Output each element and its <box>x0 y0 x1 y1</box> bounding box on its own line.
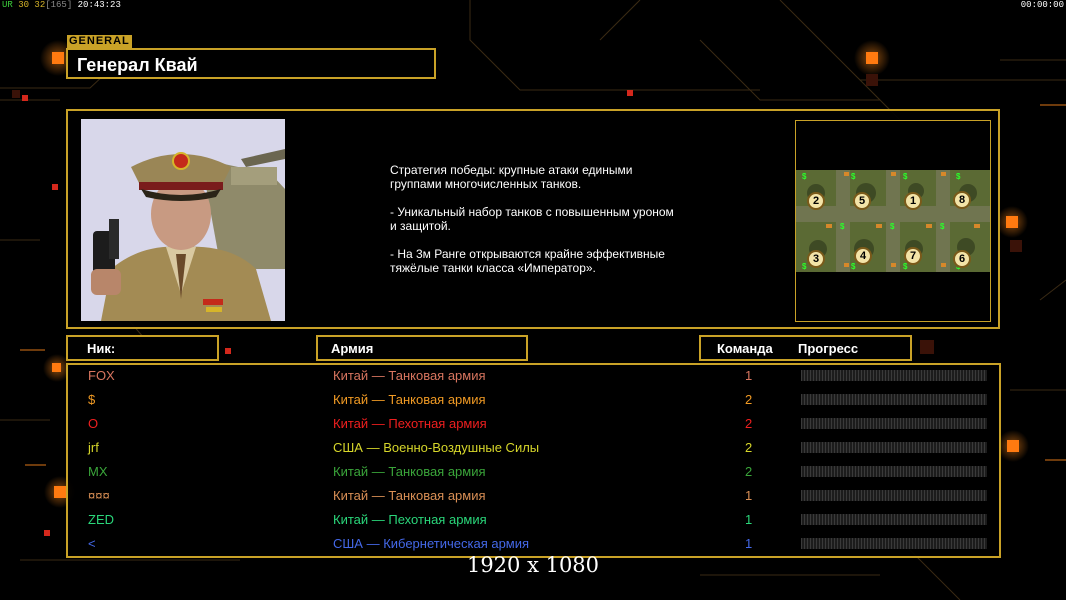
map-slot[interactable]: 6 <box>953 250 971 268</box>
player-army: Китай — Танковая армия <box>333 392 486 407</box>
fps-counter: [165] <box>45 0 73 10</box>
status-left: UR 30 32[165] 20:43:23 <box>2 0 121 11</box>
nick-header-label: Ник: <box>87 341 116 356</box>
player-row: $ Китай — Танковая армия 2 <box>68 389 999 413</box>
load-progress-bar <box>801 514 987 525</box>
player-team: 2 <box>745 416 753 431</box>
player-team: 2 <box>745 464 753 479</box>
load-progress-bar <box>801 466 987 477</box>
player-team: 1 <box>745 512 753 527</box>
svg-text:$: $ <box>802 262 807 271</box>
svg-text:$: $ <box>802 172 807 181</box>
svg-text:$: $ <box>851 262 856 271</box>
player-row: jrf США — Военно-Воздушные Силы 2 <box>68 437 999 461</box>
player-row: MX Китай — Танковая армия 2 <box>68 461 999 485</box>
game-timer: 00:00:00 <box>1020 0 1064 10</box>
map-slot[interactable]: 3 <box>807 250 825 268</box>
player-army: Китай — Танковая армия <box>333 368 486 383</box>
team-progress-column-header: Команда Прогресс <box>699 335 912 361</box>
svg-text:$: $ <box>903 172 908 181</box>
load-progress-bar <box>801 418 987 429</box>
player-team: 1 <box>745 488 753 503</box>
player-army: Китай — Танковая армия <box>333 488 486 503</box>
general-portrait-image <box>81 119 285 321</box>
player-army: Китай — Танковая армия <box>333 464 486 479</box>
army-column-header: Армия <box>316 335 528 361</box>
load-progress-bar <box>801 370 987 381</box>
load-progress-bar <box>801 394 987 405</box>
ur-label: UR <box>2 0 13 10</box>
map-slot[interactable]: 8 <box>953 191 971 209</box>
player-row: ¤¤¤ Китай — Танковая армия 1 <box>68 485 999 509</box>
player-army: США — Военно-Воздушные Силы <box>333 440 540 455</box>
team-header-label: Команда <box>717 341 773 356</box>
player-nick: O <box>88 416 99 431</box>
player-army: Китай — Пехотная армия <box>333 416 487 431</box>
load-progress-bar <box>801 538 987 549</box>
svg-text:$: $ <box>890 222 895 231</box>
player-army: США — Кибернетическая армия <box>333 536 530 551</box>
army-header-label: Армия <box>331 341 374 356</box>
map-slot[interactable]: 5 <box>853 192 871 210</box>
player-team: 2 <box>745 392 753 407</box>
svg-text:$: $ <box>851 172 856 181</box>
svg-text:$: $ <box>840 222 845 231</box>
map-preview-image: $$$$ $$$ $$$$ <box>796 121 990 321</box>
player-team: 1 <box>745 368 753 383</box>
player-nick: MX <box>88 464 108 479</box>
load-progress-bar <box>801 490 987 501</box>
players-list: FOX Китай — Танковая армия 1 $ Китай — Т… <box>66 363 1001 558</box>
player-team: 2 <box>745 440 753 455</box>
general-name: Генерал Квай <box>77 55 198 75</box>
player-row: ZED Китай — Пехотная армия 1 <box>68 509 999 533</box>
player-row: O Китай — Пехотная армия 2 <box>68 413 999 437</box>
player-nick: $ <box>88 392 96 407</box>
map-slot[interactable]: 2 <box>807 192 825 210</box>
map-preview[interactable]: $$$$ $$$ $$$$ 2 5 1 8 3 4 7 6 <box>795 120 991 322</box>
map-slot[interactable]: 4 <box>854 247 872 265</box>
player-nick: ¤¤¤ <box>88 488 110 503</box>
ur-values: 30 32 <box>18 0 46 10</box>
player-nick: < <box>88 536 96 551</box>
resolution-label: 1920 x 1080 <box>466 553 600 577</box>
player-nick: ZED <box>88 512 114 527</box>
general-tag: GENERAL <box>67 35 132 48</box>
player-row: FOX Китай — Танковая армия 1 <box>68 365 999 389</box>
general-name-box: Генерал Квай <box>66 48 436 79</box>
load-progress-bar <box>801 442 987 453</box>
general-description: Стратегия победы: крупные атаки едиными … <box>390 163 674 275</box>
status-bar: UR 30 32[165] 20:43:23 00:00:00 <box>0 0 1066 11</box>
map-slot[interactable]: 1 <box>904 192 922 210</box>
progress-header-label: Прогресс <box>798 341 859 356</box>
svg-text:$: $ <box>940 222 945 231</box>
general-portrait <box>81 119 285 321</box>
player-nick: jrf <box>88 440 99 455</box>
svg-text:$: $ <box>956 172 961 181</box>
player-nick: FOX <box>88 368 115 383</box>
map-slot[interactable]: 7 <box>904 247 922 265</box>
clock: 20:43:23 <box>77 0 121 10</box>
general-info-panel: Стратегия победы: крупные атаки едиными … <box>66 109 1000 329</box>
player-team: 1 <box>745 536 753 551</box>
player-army: Китай — Пехотная армия <box>333 512 487 527</box>
nick-column-header: Ник: <box>66 335 219 361</box>
